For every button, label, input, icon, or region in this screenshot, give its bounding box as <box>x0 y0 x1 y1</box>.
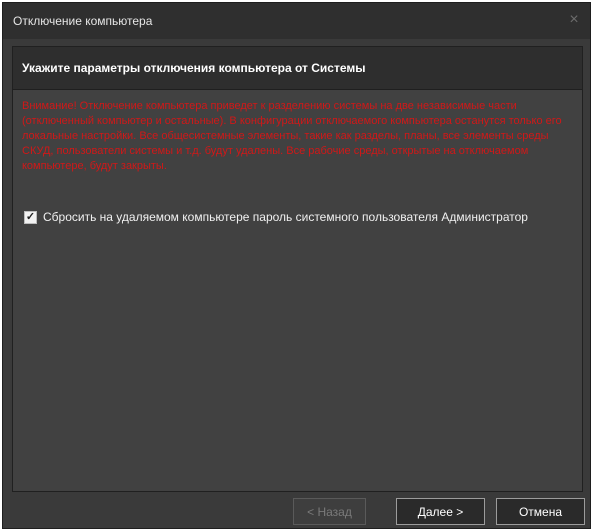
back-button[interactable]: < Назад <box>293 498 366 525</box>
panel-header-title: Укажите параметры отключения компьютера … <box>22 61 366 75</box>
cancel-button[interactable]: Отмена <box>496 498 585 525</box>
next-button[interactable]: Далее > <box>396 498 485 525</box>
content-panel: Укажите параметры отключения компьютера … <box>12 46 583 492</box>
reset-password-label[interactable]: Сбросить на удаляемом компьютере пароль … <box>43 210 528 224</box>
close-icon[interactable]: × <box>566 12 582 28</box>
reset-password-option[interactable]: ✓ Сбросить на удаляемом компьютере парол… <box>24 210 528 224</box>
warning-text: Внимание! Отключение компьютера приведет… <box>22 100 562 172</box>
dialog-window: Отключение компьютера × Укажите параметр… <box>2 2 591 529</box>
panel-header: Укажите параметры отключения компьютера … <box>13 47 582 90</box>
window-title: Отключение компьютера <box>13 14 153 28</box>
reset-password-checkbox[interactable]: ✓ <box>24 210 37 224</box>
title-bar: Отключение компьютера × <box>3 3 590 39</box>
